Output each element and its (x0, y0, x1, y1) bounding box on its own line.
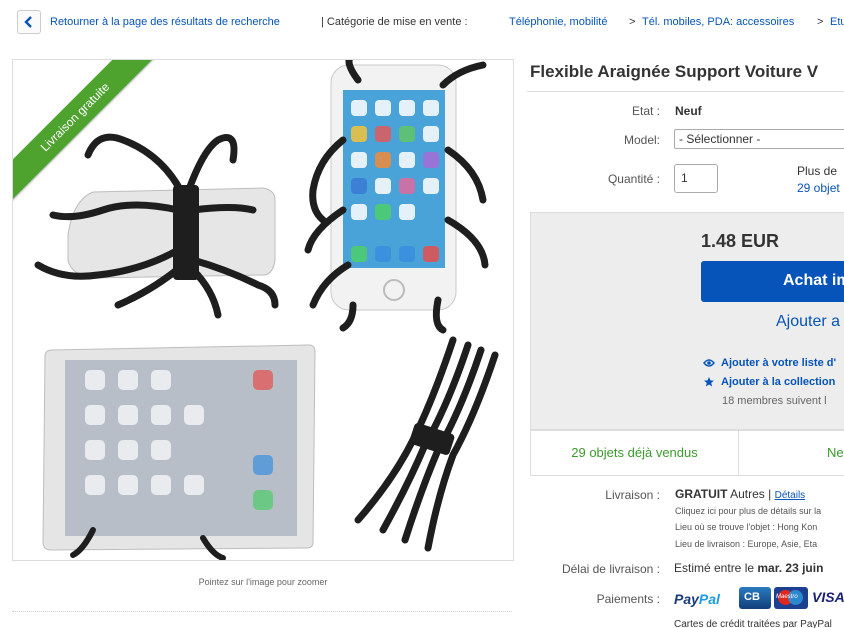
add-to-collection-label: Ajouter à la collection (721, 376, 836, 388)
payment-note: Cartes de crédit traitées par PayPal (674, 619, 832, 628)
breadcrumb-separator: > (629, 16, 636, 28)
shipping-note[interactable]: Cliquez ici pour plus de détails sur la (675, 506, 821, 516)
eye-icon (703, 359, 715, 367)
price: 1.48 EUR (701, 231, 780, 251)
delivery-date: mar. 23 juin (757, 561, 824, 575)
cb-card-label: CB (744, 591, 760, 603)
add-to-watchlist-label: Ajouter à votre liste d' (721, 357, 837, 369)
stock-availability: Plus de (797, 164, 838, 178)
shipping-free: GRATUIT (675, 487, 728, 501)
paypal-logo-pal: Pal (698, 591, 720, 607)
etat-label: Etat : (631, 104, 660, 118)
free-shipping-ribbon: Livraison gratuite (13, 60, 162, 209)
breadcrumb-category-1[interactable]: Téléphonie, mobilité (509, 16, 607, 28)
breadcrumb: Retourner à la page des résultats de rec… (17, 10, 844, 34)
add-to-collection-link[interactable]: Ajouter à la collection (703, 376, 835, 388)
zoom-hint: Pointez sur l'image pour zoomer (198, 577, 328, 587)
visa-card-icon: VISA (812, 589, 844, 605)
shipping-label: Livraison : (605, 488, 660, 502)
divider (527, 91, 844, 92)
buy-now-button[interactable]: Achat im (701, 261, 844, 302)
delivery-delay-label: Délai de livraison : (561, 562, 660, 576)
chevron-left-icon (24, 16, 32, 28)
model-label: Model: (623, 133, 660, 147)
new-badge: Ne (738, 430, 844, 476)
product-image[interactable]: Livraison gratuite (12, 59, 514, 561)
breadcrumb-category-3[interactable]: Etu (830, 16, 844, 28)
delivery-estimate: Estimé entre le mar. 23 juin (674, 561, 823, 575)
ships-to: Lieu de livraison : Europe, Asie, Eta (675, 539, 818, 549)
shipping-details-link[interactable]: Détails (775, 490, 806, 501)
payment-label: Paiements : (596, 592, 660, 606)
maestro-card-label: Maestro (776, 594, 798, 600)
category-prefix: | Catégorie de mise en vente : (321, 16, 468, 28)
shipping-other: Autres | (730, 487, 772, 501)
listing-title: Flexible Araignée Support Voiture V (530, 62, 819, 81)
watchers-count: 18 membres suivent l (722, 395, 827, 407)
quantity-input[interactable]: 1 (674, 164, 718, 193)
delivery-prefix: Estimé entre le (674, 561, 755, 575)
etat-value: Neuf (675, 104, 702, 118)
cb-card-icon: CB (739, 587, 771, 609)
back-to-results-link[interactable]: Retourner à la page des résultats de rec… (50, 16, 280, 28)
divider (12, 611, 512, 612)
breadcrumb-category-2[interactable]: Tél. mobiles, PDA: accessoires (642, 16, 794, 28)
breadcrumb-separator: > (817, 16, 824, 28)
item-location: Lieu où se trouve l'objet : Hong Kon (675, 522, 818, 532)
shipping-cost: GRATUIT Autres | Détails (675, 487, 805, 501)
back-button[interactable] (17, 10, 41, 34)
items-sold-badge: 29 objets déjà vendus (530, 430, 739, 476)
add-to-cart-link[interactable]: Ajouter a (776, 313, 840, 331)
free-shipping-ribbon-label: Livraison gratuite (13, 60, 162, 209)
star-icon (704, 377, 714, 387)
sold-count-link[interactable]: 29 objet (797, 181, 840, 195)
maestro-card-icon: Maestro (774, 587, 808, 609)
paypal-logo: PayPal (674, 591, 720, 607)
quantity-label: Quantité : (607, 172, 660, 186)
paypal-logo-pay: Pay (674, 591, 699, 607)
model-select[interactable]: - Sélectionner - (674, 129, 844, 149)
add-to-watchlist-link[interactable]: Ajouter à votre liste d' (703, 357, 836, 369)
